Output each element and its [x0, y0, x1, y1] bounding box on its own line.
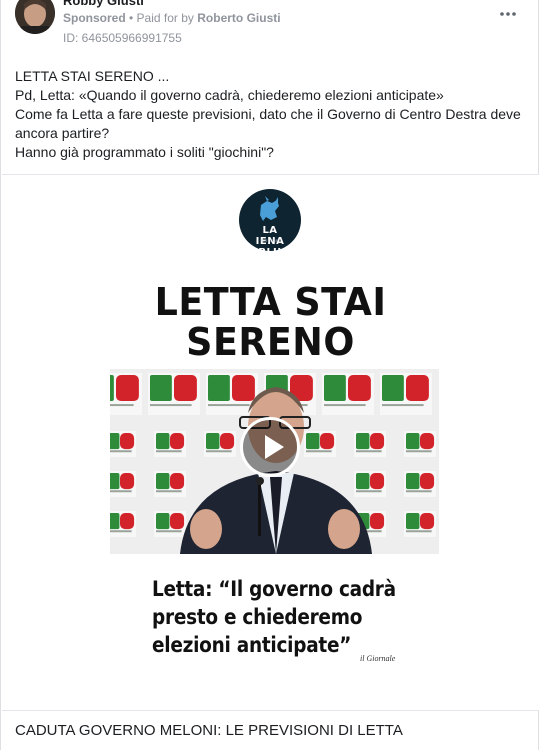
payer-name: Roberto Giusti	[197, 11, 281, 25]
play-triangle	[265, 435, 284, 459]
la-iena-blu-logo: LA IENA BLU NOTIZIE	[239, 189, 301, 258]
more-horizontal-icon[interactable]	[497, 4, 519, 24]
pd-logo-tile	[110, 373, 142, 415]
sponsored-line: Sponsored • Paid for by Roberto Giusti	[63, 11, 281, 25]
ad-link-title[interactable]: CADUTA GOVERNO MELONI: LE PREVISIONI DI …	[15, 722, 403, 739]
pd-logo-tile	[110, 431, 136, 457]
pd-logo-tile	[404, 431, 436, 457]
post-line: ancora partire?	[15, 125, 110, 141]
paid-for-prefix: Paid for by	[136, 11, 198, 25]
post-line: Come fa Letta a fare queste previsioni, …	[15, 106, 521, 122]
page-name[interactable]: Robby Giusti	[63, 0, 144, 8]
creative-quote: Letta: “Il governo cadrà presto e chiede…	[152, 575, 396, 659]
quote-line: presto e chiederemo	[152, 605, 363, 629]
meta-separator: •	[125, 11, 137, 25]
quote-line: Letta: “Il governo cadrà	[152, 577, 396, 601]
play-icon[interactable]	[240, 417, 300, 477]
pd-logo-tile	[354, 431, 386, 457]
pd-logo-tile	[148, 373, 200, 415]
post-line: Hanno già programmato i soliti "giochini…	[15, 144, 274, 160]
ad-creative-video[interactable]: LA IENA BLU NOTIZIE LETTA STAI SERENO Le…	[2, 175, 539, 710]
pd-logo-tile	[404, 471, 436, 497]
pd-logo-tile	[204, 431, 236, 457]
source-label: il Giornale	[360, 654, 396, 663]
creative-headline: LETTA STAI SERENO	[109, 282, 433, 362]
page-avatar[interactable]	[15, 0, 55, 34]
post-line: Pd, Letta: «Quando il governo cadrà, chi…	[15, 87, 444, 103]
ad-card: Robby Giusti Sponsored • Paid for by Rob…	[0, 0, 539, 750]
headline-line: LETTA STAI	[154, 280, 387, 324]
pd-logo-tile	[110, 511, 136, 537]
ad-header: Robby Giusti Sponsored • Paid for by Rob…	[1, 0, 538, 56]
quote-line: elezioni anticipate”	[152, 633, 352, 657]
pd-logo-tile	[304, 431, 336, 457]
pd-logo-tile	[154, 431, 186, 457]
logo-subtext: NOTIZIE	[261, 238, 279, 243]
pd-logo-tile	[154, 471, 186, 497]
pd-logo-tile	[110, 471, 136, 497]
post-line: LETTA STAI SERENO ...	[15, 68, 170, 84]
pd-logo-tile	[322, 373, 374, 415]
pd-logo-tile	[380, 373, 432, 415]
sponsored-label: Sponsored	[63, 11, 126, 25]
post-text: LETTA STAI SERENO ... Pd, Letta: «Quando…	[15, 67, 530, 162]
headline-line: SERENO	[186, 320, 355, 364]
pd-logo-tile	[354, 471, 386, 497]
avatar-portrait	[15, 0, 55, 34]
pd-logo-tile	[404, 511, 436, 537]
ad-id: ID: 646505966991755	[63, 31, 182, 45]
pd-logo-tile	[154, 511, 186, 537]
divider	[2, 710, 539, 711]
